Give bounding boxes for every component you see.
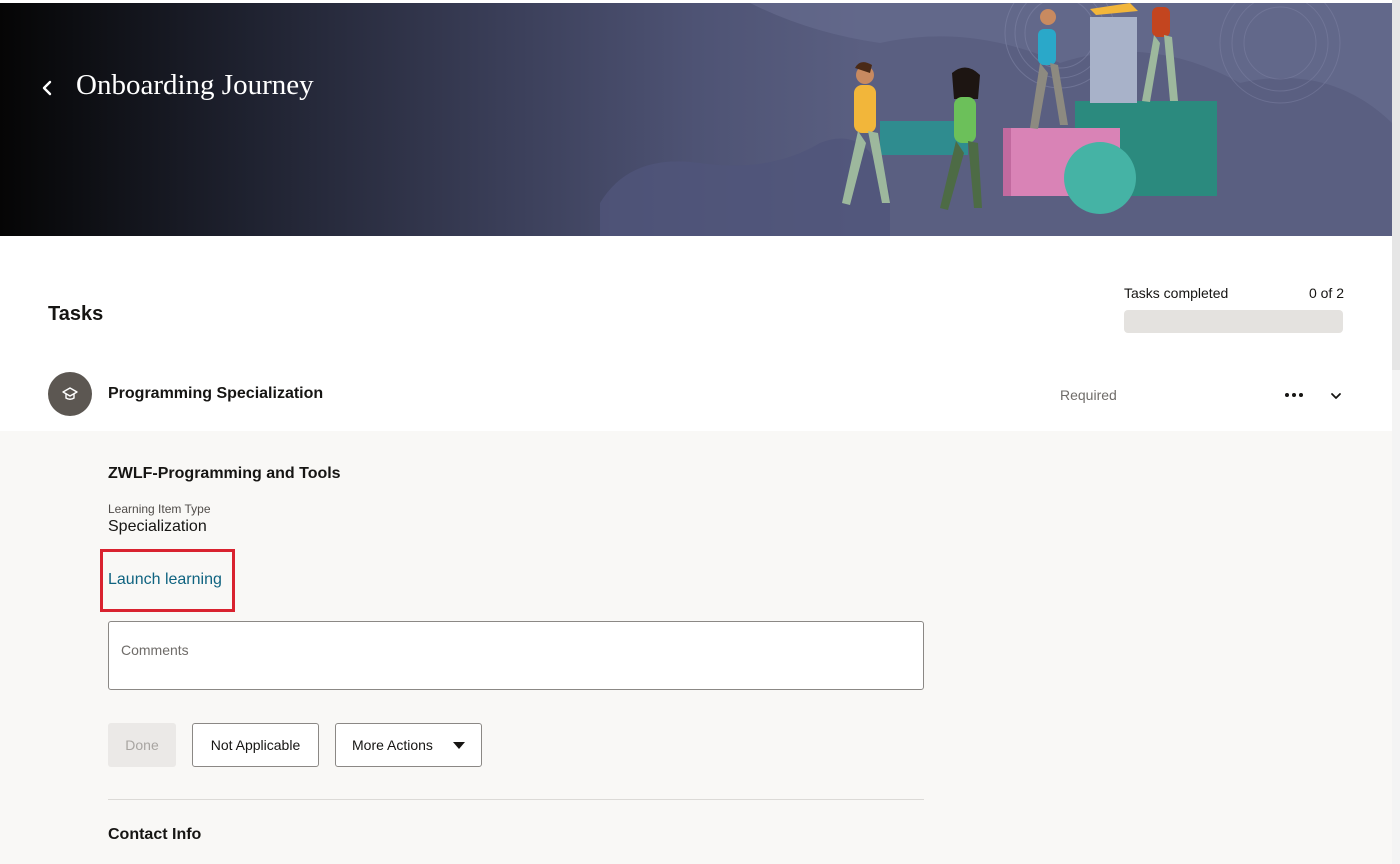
launch-learning-link[interactable]: Launch learning [108,571,222,589]
progress-count: 0 of 2 [1308,285,1344,301]
progress-bar [1124,310,1343,333]
learning-item-name: ZWLF-Programming and Tools [108,465,341,482]
not-applicable-button[interactable]: Not Applicable [192,723,319,767]
chevron-left-icon [42,80,52,96]
section-divider [108,799,924,800]
task-title[interactable]: Programming Specialization [108,385,323,403]
learning-item-type-value: Specialization [108,518,207,535]
task-expand-button[interactable] [1324,384,1348,408]
more-actions-label: More Actions [352,737,433,753]
task-status: Required [1060,387,1117,403]
scrollbar-thumb[interactable] [1392,0,1400,370]
back-button[interactable] [34,72,60,104]
progress-label: Tasks completed [1124,285,1229,301]
tasks-heading: Tasks [48,303,104,325]
contact-info-heading: Contact Info [108,826,202,843]
more-actions-button[interactable]: More Actions [335,723,482,767]
team-illustration [600,3,1392,236]
task-avatar [48,372,92,416]
done-button[interactable]: Done [108,723,176,767]
graduation-cap-icon [62,387,78,400]
page-title: Onboarding Journey [76,69,314,101]
caret-down-icon [453,742,465,749]
chevron-down-icon [1331,393,1341,399]
task-more-button[interactable] [1280,382,1308,408]
ellipsis-icon [1285,393,1303,397]
learning-item-type-label: Learning Item Type [108,502,211,516]
header-banner: Onboarding Journey [0,3,1392,236]
comments-field[interactable] [108,621,924,690]
